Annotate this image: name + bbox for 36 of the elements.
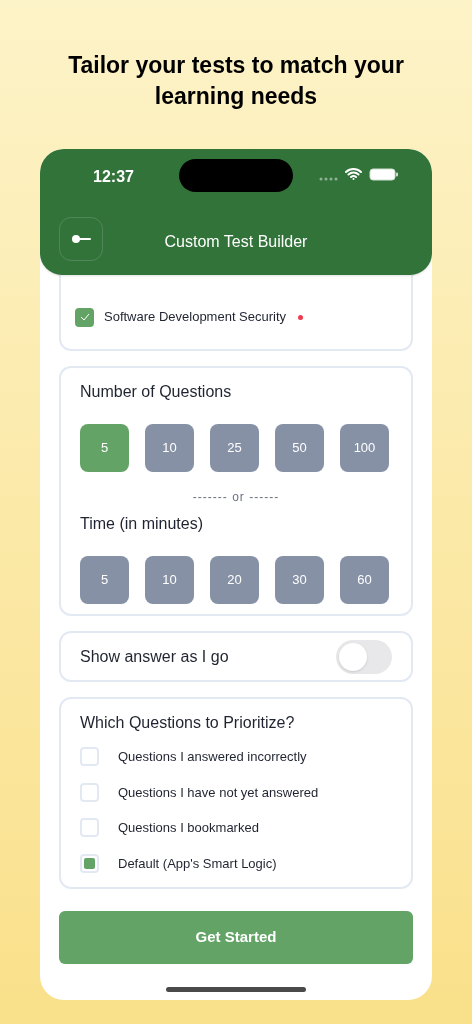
headline: Tailor your tests to match your learning needs <box>67 51 405 111</box>
priority-label: Questions I bookmarked <box>118 819 259 837</box>
priority-checkbox[interactable] <box>80 782 99 802</box>
topic-label: Software Development Security <box>104 308 287 327</box>
back-button[interactable] <box>59 217 103 261</box>
option-button[interactable]: 30 <box>275 556 324 604</box>
priority-label: Questions I answered incorrectly <box>118 748 307 766</box>
section-title: Time (in minutes) <box>80 514 204 534</box>
battery-icon <box>369 168 399 181</box>
toggle-switch[interactable] <box>336 639 392 674</box>
option-button[interactable]: 10 <box>145 556 194 604</box>
priority-label: Default (App's Smart Logic) <box>118 854 277 873</box>
priority-checkbox[interactable] <box>80 747 99 767</box>
get-started-button[interactable]: Get Started <box>59 911 413 964</box>
priority-checkbox[interactable] <box>80 818 99 838</box>
section-title: Which Questions to Prioritize? <box>80 713 296 733</box>
toggle-label: Show answer as I go <box>80 646 229 667</box>
section-title: Number of Questions <box>80 382 233 402</box>
back-arrow-icon <box>71 233 91 245</box>
option-button[interactable]: 100 <box>340 424 389 472</box>
option-button[interactable]: 50 <box>275 424 324 472</box>
option-button[interactable]: 25 <box>210 424 259 472</box>
priority-label: Questions I have not yet answered <box>118 783 319 802</box>
or-separator: ------- or ------ <box>192 489 280 506</box>
option-button[interactable]: 20 <box>210 556 259 604</box>
signal-icon <box>319 177 339 181</box>
option-button[interactable]: 5 <box>80 556 129 604</box>
option-button[interactable]: 10 <box>145 424 194 472</box>
priority-checkbox[interactable] <box>80 853 99 873</box>
option-button[interactable]: 5 <box>80 424 129 472</box>
option-button[interactable]: 60 <box>340 556 389 604</box>
check-icon <box>79 313 90 321</box>
wifi-icon <box>345 168 362 180</box>
topic-checkbox[interactable] <box>75 307 94 327</box>
header-title: Custom Test Builder <box>163 232 309 252</box>
status-time: 12:37 <box>93 167 134 187</box>
